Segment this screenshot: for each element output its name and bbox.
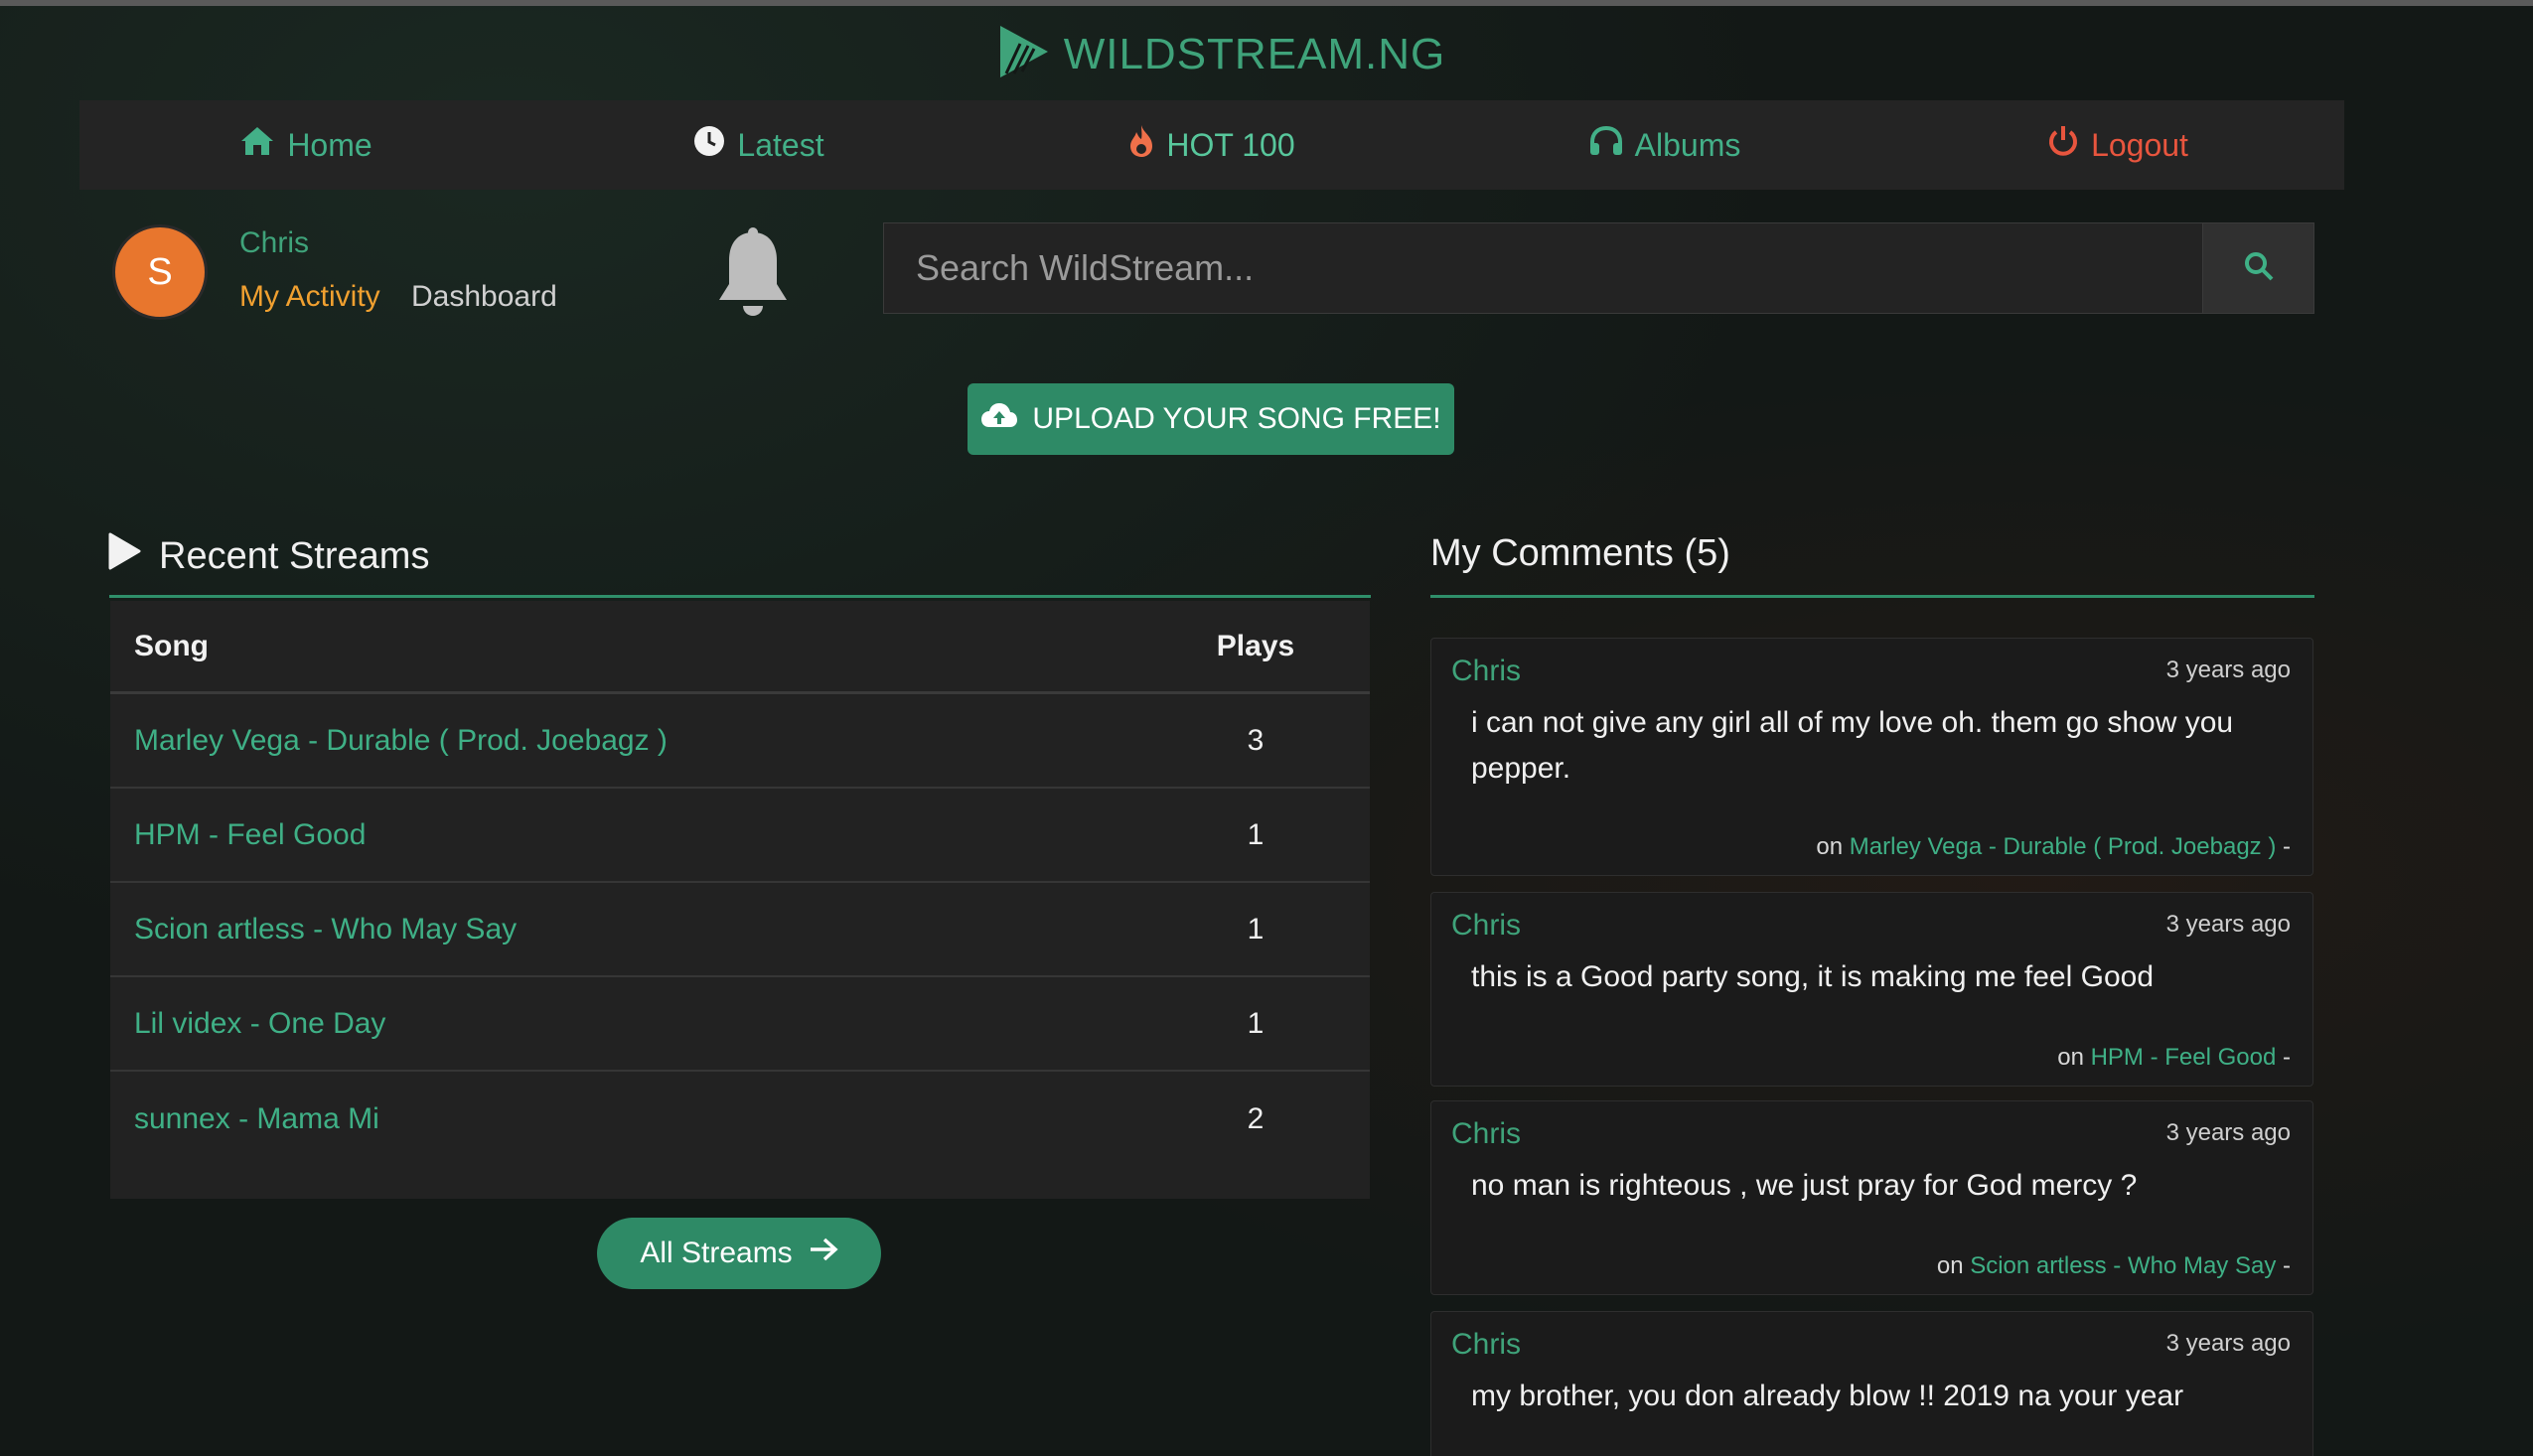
all-streams-label: All Streams — [640, 1237, 793, 1269]
upload-label: UPLOAD YOUR SONG FREE! — [1032, 402, 1441, 435]
recent-streams-heading: Recent Streams — [107, 532, 429, 580]
comment-time: 3 years ago — [2165, 656, 2291, 683]
search-button[interactable] — [2202, 222, 2314, 314]
nav-logout-label: Logout — [2091, 126, 2188, 163]
song-link[interactable]: Marley Vega - Durable ( Prod. Joebagz ) — [110, 724, 1141, 758]
main-nav: Home Latest HOT 100 Albums Logout — [79, 100, 2344, 190]
top-border — [0, 0, 2533, 6]
comment-body: this is a Good party song, it is making … — [1471, 960, 2154, 993]
nav-home-label: Home — [287, 126, 372, 163]
user-name[interactable]: Chris — [239, 226, 309, 260]
table-row: Lil videx - One Day 1 — [110, 977, 1370, 1072]
fire-icon — [1128, 124, 1154, 166]
dashboard-link[interactable]: Dashboard — [411, 280, 557, 314]
logo-icon — [998, 24, 1050, 84]
comment-author[interactable]: Chris — [1451, 655, 1521, 688]
nav-albums[interactable]: Albums — [1438, 125, 1891, 164]
comment-suffix: - — [2283, 1044, 2291, 1071]
upload-song-button[interactable]: UPLOAD YOUR SONG FREE! — [968, 383, 1454, 455]
table-row: sunnex - Mama Mi 2 — [110, 1072, 1370, 1166]
comment-song-ref: on HPM - Feel Good - — [2057, 1044, 2291, 1072]
comment-card: Chris 3 years ago this is a Good party s… — [1430, 892, 2313, 1087]
my-comments-divider — [1430, 595, 2314, 598]
comment-song-link[interactable]: HPM - Feel Good — [2091, 1044, 2277, 1071]
nav-latest-label: Latest — [737, 126, 824, 163]
comment-song-link[interactable]: Marley Vega - Durable ( Prod. Joebagz ) — [1850, 833, 2277, 860]
song-link[interactable]: HPM - Feel Good — [110, 818, 1141, 852]
song-link[interactable]: sunnex - Mama Mi — [110, 1102, 1141, 1136]
comment-card: Chris 3 years ago my brother, you don al… — [1430, 1311, 2313, 1456]
avatar[interactable]: S — [112, 224, 208, 320]
comment-body: i can not give any girl all of my love o… — [1471, 706, 2234, 785]
nav-hot-label: HOT 100 — [1166, 126, 1295, 163]
play-count: 3 — [1247, 723, 1265, 757]
play-count: 1 — [1247, 817, 1265, 851]
table-row: Marley Vega - Durable ( Prod. Joebagz ) … — [110, 694, 1370, 789]
comment-on-prefix: on — [2057, 1044, 2084, 1071]
comment-on-prefix: on — [1816, 833, 1844, 860]
comment-on-prefix: on — [1936, 1252, 1964, 1279]
my-activity-link[interactable]: My Activity — [239, 280, 380, 314]
comment-song-link[interactable]: Scion artless - Who May Say — [1970, 1252, 2276, 1279]
play-count: 2 — [1247, 1101, 1265, 1135]
my-comments-title: My Comments (5) — [1430, 532, 1730, 574]
comment-suffix: - — [2283, 1252, 2291, 1279]
clock-icon — [693, 125, 725, 165]
nav-logout[interactable]: Logout — [1891, 124, 2344, 166]
nav-latest[interactable]: Latest — [532, 125, 985, 165]
song-link[interactable]: Lil videx - One Day — [110, 1007, 1141, 1041]
all-streams-button[interactable]: All Streams — [597, 1218, 881, 1289]
page: WILDSTREAM.NG Home Latest HOT 100 Albums… — [0, 0, 2533, 1456]
column-song: Song — [134, 629, 209, 662]
recent-streams-divider — [109, 595, 1371, 598]
nav-home[interactable]: Home — [79, 125, 532, 165]
comment-card: Chris 3 years ago i can not give any gir… — [1430, 638, 2313, 876]
comment-author[interactable]: Chris — [1451, 1328, 1521, 1362]
comment-body: no man is righteous , we just pray for G… — [1471, 1169, 2138, 1202]
recent-streams-table: Song Plays Marley Vega - Durable ( Prod.… — [110, 601, 1370, 1199]
play-count: 1 — [1247, 912, 1265, 946]
cloud-upload-icon — [980, 401, 1018, 437]
comment-time: 3 years ago — [2165, 1119, 2291, 1146]
play-icon — [107, 532, 141, 580]
search-bar — [883, 222, 2314, 314]
comment-card: Chris 3 years ago no man is righteous , … — [1430, 1100, 2313, 1295]
nav-albums-label: Albums — [1634, 126, 1741, 163]
search-input[interactable] — [883, 222, 2202, 314]
comment-author[interactable]: Chris — [1451, 909, 1521, 943]
arrow-right-icon — [809, 1237, 838, 1270]
column-plays: Plays — [1216, 629, 1295, 662]
brand-name: WILDSTREAM.NG — [1063, 29, 1446, 78]
power-icon — [2047, 124, 2079, 166]
comment-song-ref: on Marley Vega - Durable ( Prod. Joebagz… — [1816, 833, 2291, 861]
bell-icon[interactable] — [711, 226, 795, 322]
nav-hot-100[interactable]: HOT 100 — [985, 124, 1438, 166]
comment-time: 3 years ago — [2165, 1330, 2291, 1357]
comment-suffix: - — [2283, 833, 2291, 860]
headphones-icon — [1589, 125, 1623, 164]
table-row: HPM - Feel Good 1 — [110, 789, 1370, 883]
search-icon — [2244, 251, 2274, 286]
comment-author[interactable]: Chris — [1451, 1117, 1521, 1151]
recent-streams-title: Recent Streams — [159, 534, 430, 577]
home-icon — [239, 125, 275, 165]
comment-time: 3 years ago — [2165, 911, 2291, 938]
comment-body: my brother, you don already blow !! 2019… — [1471, 1380, 2184, 1412]
table-row: Scion artless - Who May Say 1 — [110, 883, 1370, 977]
play-count: 1 — [1247, 1006, 1265, 1040]
brand-logo[interactable]: WILDSTREAM.NG — [0, 24, 2444, 84]
song-link[interactable]: Scion artless - Who May Say — [110, 913, 1141, 946]
table-header: Song Plays — [110, 601, 1370, 694]
comment-song-ref: on Scion artless - Who May Say - — [1937, 1252, 2291, 1280]
